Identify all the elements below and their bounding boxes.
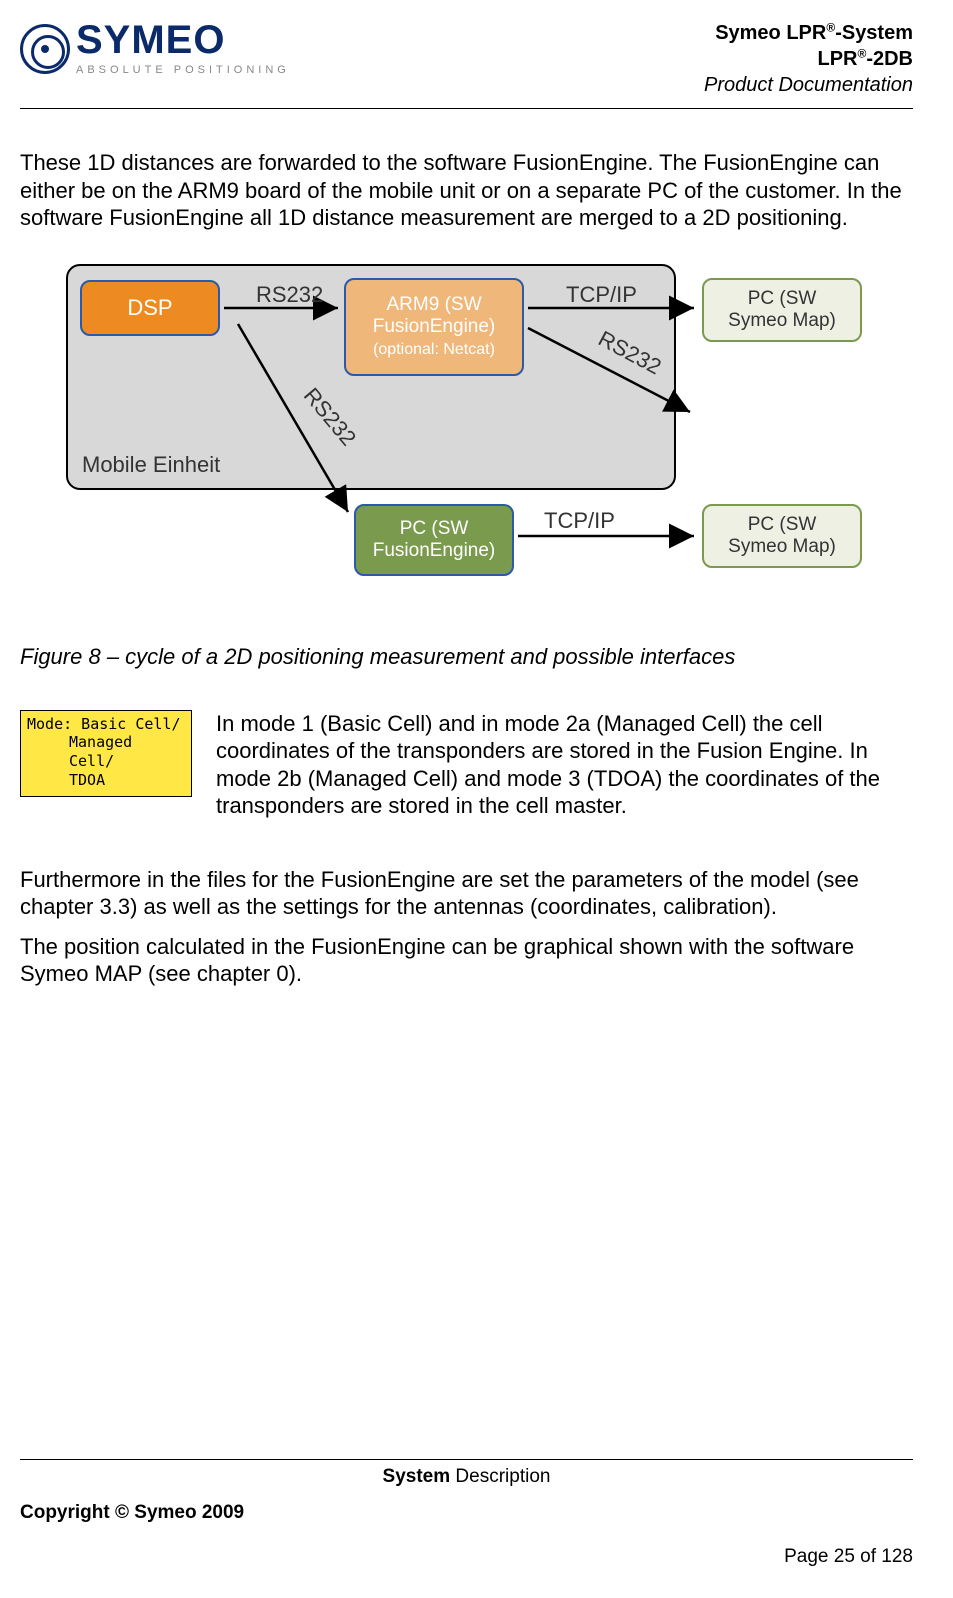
node-pc-fusionengine: PC (SW FusionEngine) [354,504,514,576]
figure-caption: Figure 8 – cycle of a 2D positioning mea… [20,644,913,670]
mode-note-row: Mode: Basic Cell/ Managed Cell/ TDOA In … [20,710,913,820]
document-title: Symeo LPR®-System LPR®-2DB Product Docum… [704,20,913,98]
node-dsp: DSP [80,280,220,336]
node-pc-symeo-map-bottom: PC (SW Symeo Map) [702,504,862,568]
logo-tagline: ABSOLUTE POSITIONING [76,64,290,76]
page-header: SYMEO ABSOLUTE POSITIONING Symeo LPR®-Sy… [20,20,913,109]
footer-section: System Description [20,1466,913,1488]
label-tcpip-bottom: TCP/IP [544,508,615,534]
footer-page-number: Page 25 of 128 [20,1546,913,1568]
paragraph-map: The position calculated in the FusionEng… [20,933,913,988]
footer-copyright: Copyright © Symeo 2009 [20,1502,913,1524]
node-pc-symeo-map-top: PC (SW Symeo Map) [702,278,862,342]
page-footer: System Description Copyright © Symeo 200… [20,1459,913,1568]
mobile-unit-label: Mobile Einheit [82,452,220,478]
mode-text: In mode 1 (Basic Cell) and in mode 2a (M… [216,710,913,820]
label-tcpip-top: TCP/IP [566,282,637,308]
paragraph-intro: These 1D distances are forwarded to the … [20,149,913,232]
logo-text: SYMEO [76,20,290,60]
label-rs232-top: RS232 [256,282,323,308]
figure-8-diagram: Mobile Einheit DSP ARM9 (SW FusionEngine… [66,264,896,594]
paragraph-params: Furthermore in the files for the FusionE… [20,866,913,921]
node-arm9: ARM9 (SW FusionEngine) (optional: Netcat… [344,278,524,376]
logo: SYMEO ABSOLUTE POSITIONING [20,20,290,76]
mode-badge: Mode: Basic Cell/ Managed Cell/ TDOA [20,710,192,797]
logo-icon [20,24,70,74]
